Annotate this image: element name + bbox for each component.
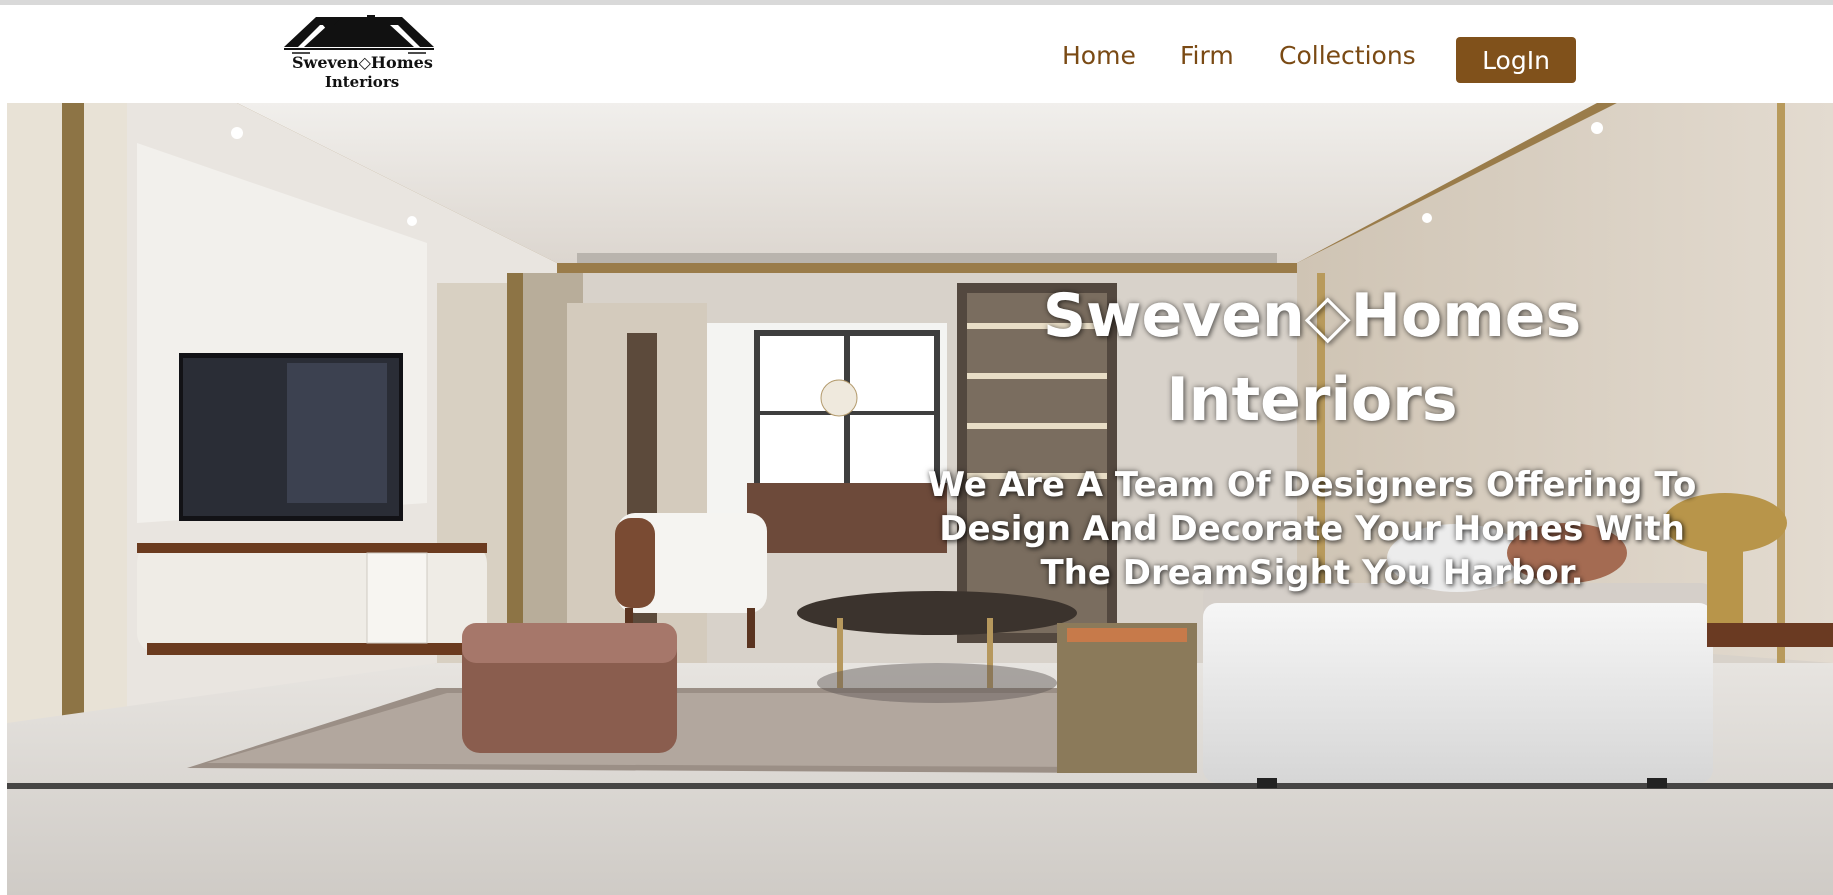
hero-banner: Sweven◇Homes Interiors We Are A Team Of … <box>7 103 1833 895</box>
login-button[interactable]: LogIn <box>1456 37 1576 83</box>
logo-wordmark: Sweven◇Homes <box>292 53 433 72</box>
nav-collections-link[interactable]: Collections <box>1279 41 1416 70</box>
brand-logo[interactable]: Sweven◇Homes Interiors <box>282 13 436 93</box>
nav-home-link[interactable]: Home <box>1062 41 1136 70</box>
hero-subtitle: We Are A Team Of Designers Offering To D… <box>927 465 1697 593</box>
navbar: Sweven◇Homes Interiors Home Firm Collect… <box>0 5 1833 102</box>
hero-title-second-line: Interiors <box>1166 365 1458 435</box>
hero-title: Sweven◇Homes <box>1042 281 1582 351</box>
logo-subtitle: Interiors <box>324 73 400 91</box>
nav-firm-link[interactable]: Firm <box>1180 41 1234 70</box>
